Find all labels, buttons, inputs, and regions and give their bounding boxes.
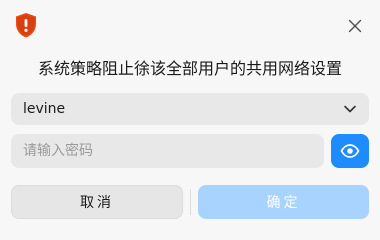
eye-icon xyxy=(340,144,360,158)
password-input[interactable] xyxy=(11,134,324,168)
auth-dialog: 系统策略阻止徐该全部用户的共用网络设置 levine 取消 确定 xyxy=(0,0,380,230)
dialog-title: 系统策略阻止徐该全部用户的共用网络设置 xyxy=(37,59,342,78)
button-divider xyxy=(190,189,191,215)
chevron-down-icon xyxy=(344,105,356,113)
cancel-button[interactable]: 取消 xyxy=(11,185,183,219)
shield-warning-icon xyxy=(12,11,40,39)
close-icon xyxy=(348,19,362,33)
user-select[interactable]: levine xyxy=(11,93,369,125)
user-select-value: levine xyxy=(23,101,66,117)
confirm-button[interactable]: 确定 xyxy=(198,185,369,219)
close-button[interactable] xyxy=(341,12,369,40)
show-password-button[interactable] xyxy=(331,134,369,168)
